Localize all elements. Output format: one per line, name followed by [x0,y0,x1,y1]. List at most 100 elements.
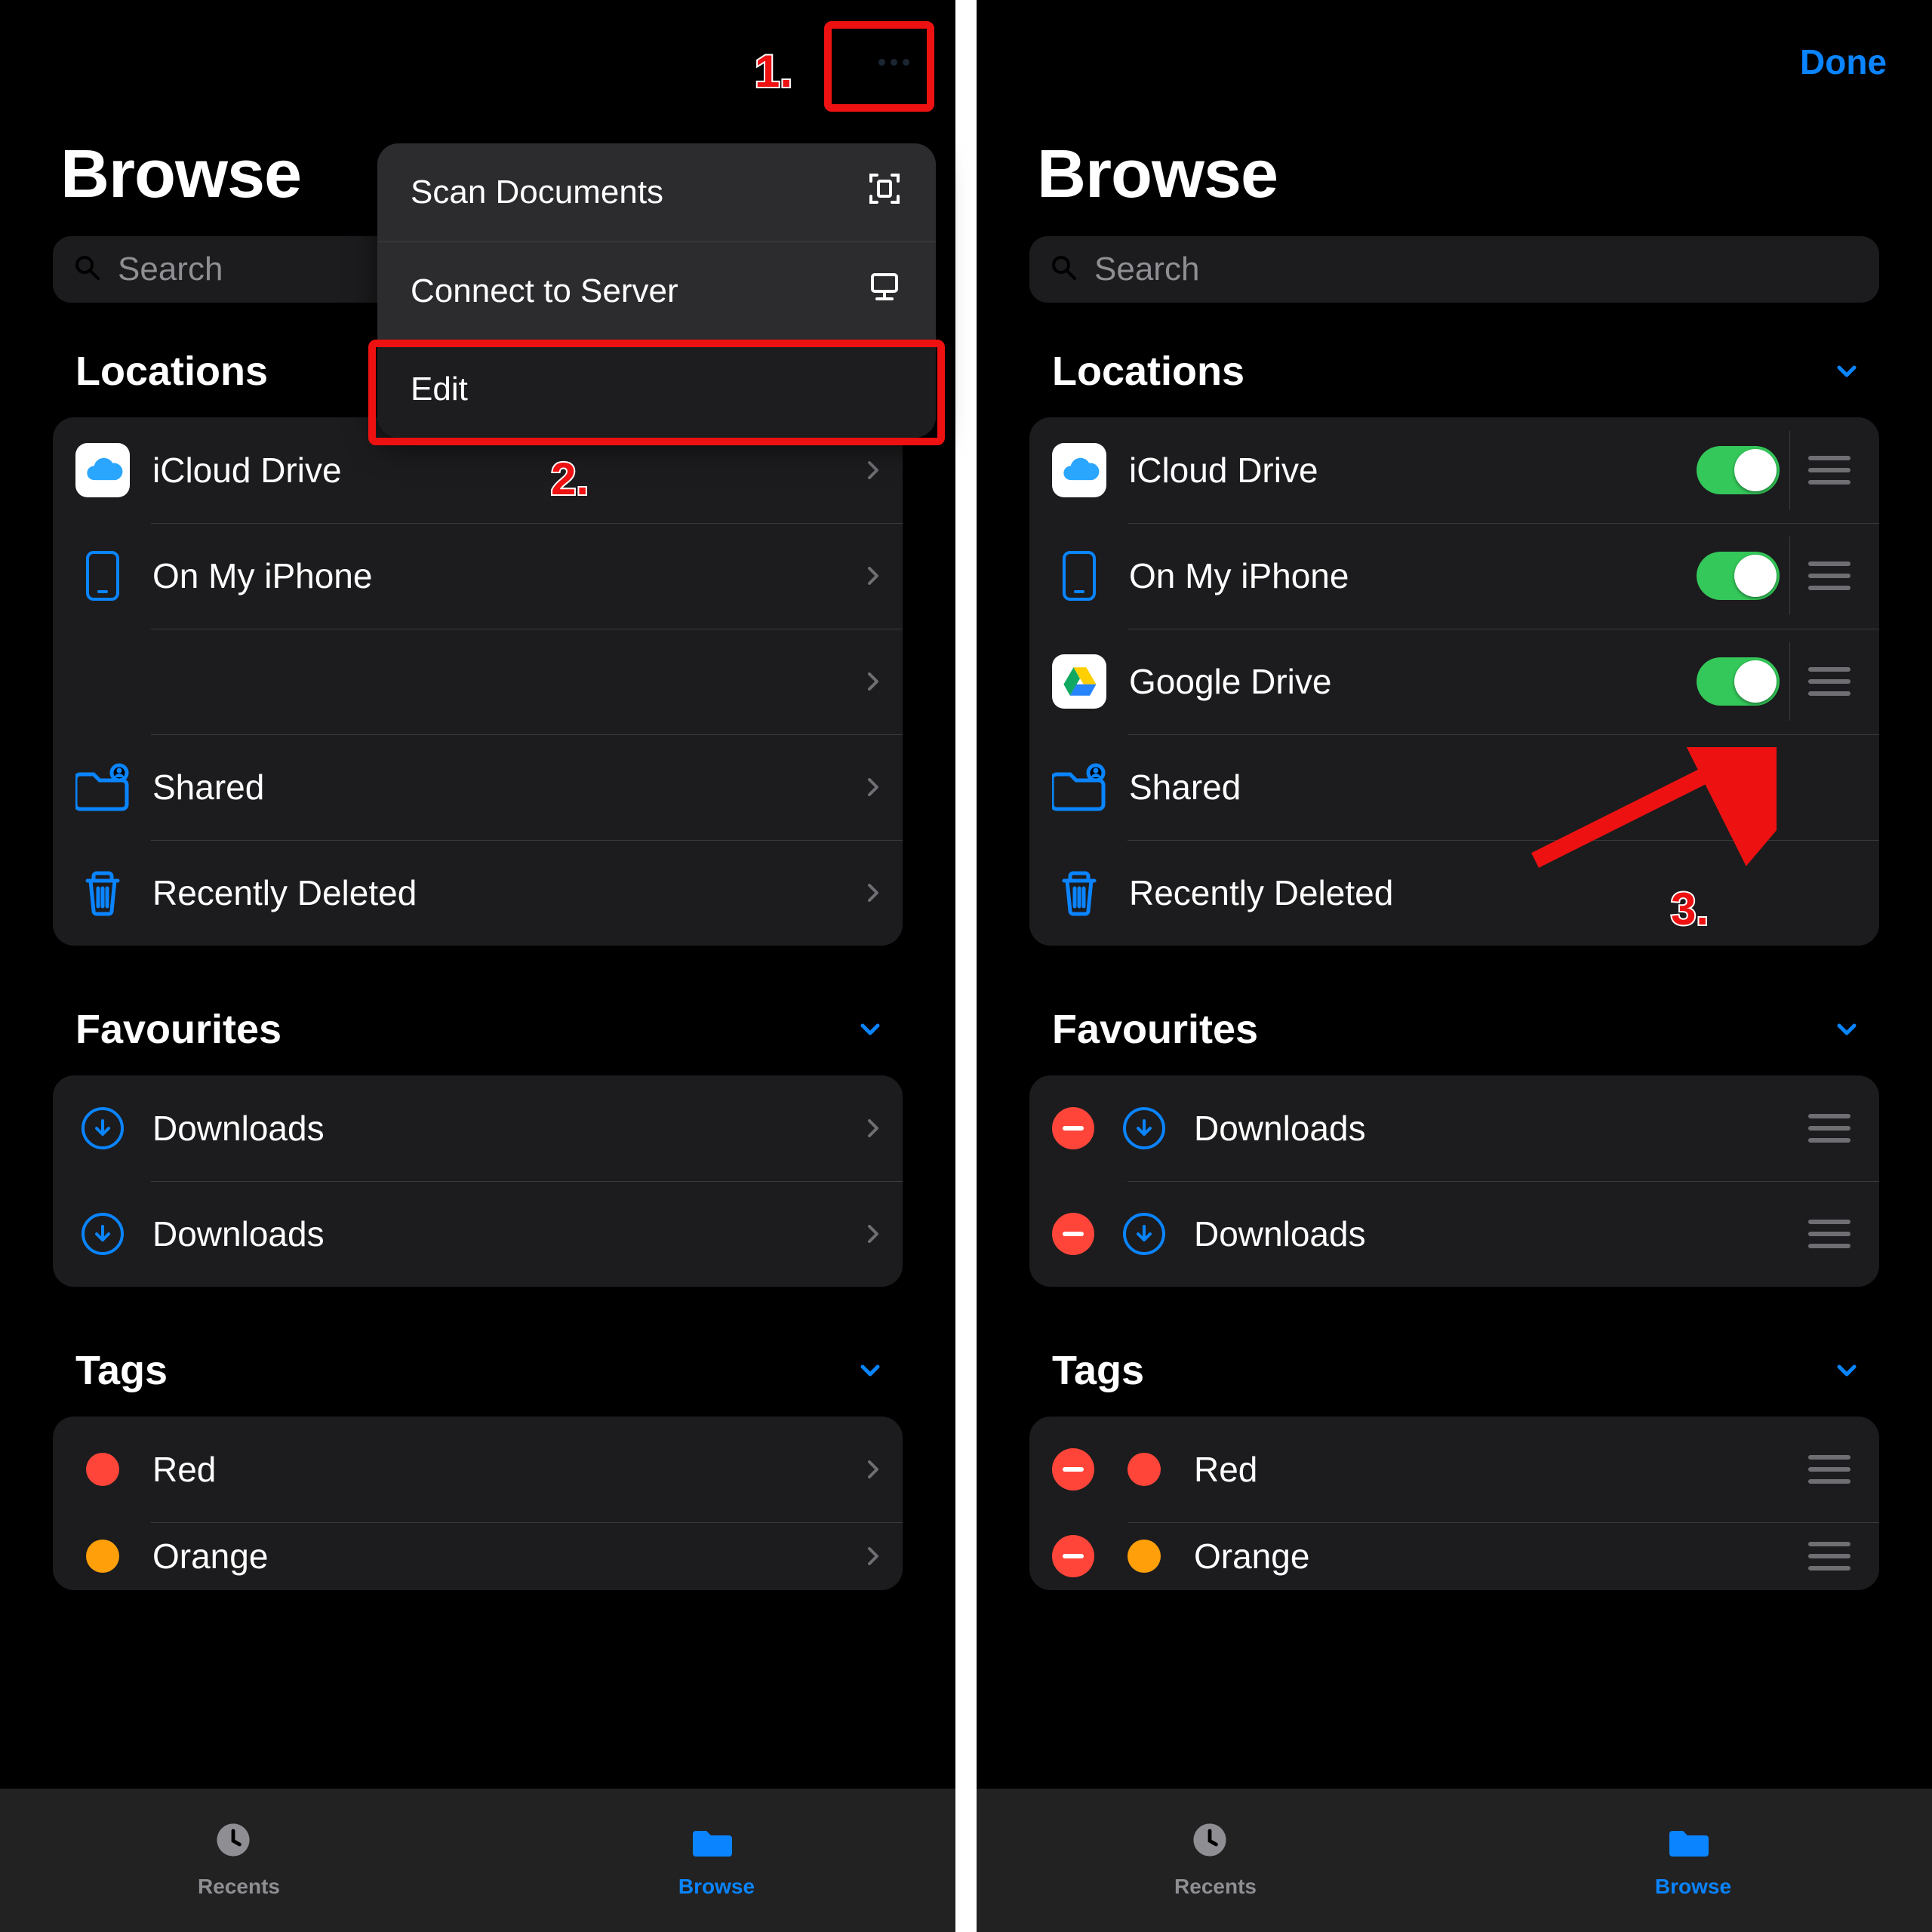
tab-browse[interactable]: Browse [1454,1789,1932,1932]
tags-list: Red Orange [1029,1417,1879,1590]
row-label: Downloads [152,1108,866,1149]
reorder-handle-icon[interactable] [1802,561,1857,590]
reorder-handle-icon[interactable] [1802,1220,1857,1248]
locations-list: iCloud Drive On My iPhone Shared Recentl… [53,417,903,946]
chevron-down-icon [860,1362,880,1379]
chevron-down-icon [860,1021,880,1038]
nav-bar [0,0,955,128]
chevron-down-icon [1837,1362,1857,1379]
menu-label: Scan Documents [411,174,663,211]
section-title: Favourites [75,1006,281,1053]
search-icon [1051,254,1081,285]
favourite-downloads[interactable]: Downloads [53,1181,903,1287]
section-title: Tags [75,1347,168,1394]
tags-header[interactable]: Tags [0,1347,955,1417]
favourites-list: Downloads Downloads [1029,1075,1879,1287]
favourite-downloads[interactable]: Downloads [1029,1075,1879,1181]
row-label: Shared [152,767,866,808]
tab-browse[interactable]: Browse [478,1789,955,1932]
row-label: Red [1194,1449,1780,1490]
search-icon [74,254,104,285]
downloads-icon [1117,1101,1171,1155]
reorder-handle-icon[interactable] [1802,1542,1857,1571]
tag-red[interactable]: Red [1029,1417,1879,1522]
tab-recents[interactable]: Recents [977,1789,1454,1932]
shared-folder-icon [75,760,130,814]
location-blank[interactable] [53,629,903,734]
section-title: Locations [75,348,268,395]
remove-button[interactable] [1052,1107,1094,1149]
tag-orange[interactable]: Orange [53,1522,903,1590]
menu-scan-documents[interactable]: Scan Documents [377,143,936,242]
row-label: Orange [152,1536,866,1577]
chevron-right-icon [866,461,880,479]
google-drive-icon [1052,654,1106,709]
reorder-handle-icon[interactable] [1802,667,1857,696]
chevron-right-icon [866,672,880,691]
location-recently-deleted[interactable]: Recently Deleted [53,840,903,946]
tab-recents[interactable]: Recents [0,1789,478,1932]
reorder-handle-icon[interactable] [1802,1114,1857,1143]
remove-button[interactable] [1052,1448,1094,1491]
icloud-icon [1052,443,1106,497]
favourites-header[interactable]: Favourites [0,1006,955,1075]
downloads-icon [1117,1207,1171,1261]
chevron-right-icon [866,1460,880,1478]
location-shared[interactable]: Shared [53,734,903,840]
row-label: Downloads [1194,1214,1780,1254]
location-recently-deleted[interactable]: Recently Deleted [1029,840,1879,946]
favourite-downloads[interactable]: Downloads [53,1075,903,1181]
search-field[interactable] [1029,236,1879,303]
tags-header[interactable]: Tags [977,1347,1932,1417]
reorder-handle-icon[interactable] [1802,1455,1857,1484]
screenshot-right: Done Browse Locations iCloud Drive On My… [977,0,1932,1932]
tab-bar: Recents Browse [977,1789,1932,1932]
row-label: On My iPhone [1129,555,1689,596]
done-button[interactable]: Done [1800,42,1887,82]
tag-dot-icon [75,1442,130,1497]
folder-icon [693,1822,741,1870]
section-title: Locations [1052,348,1244,395]
toggle-switch[interactable] [1697,446,1780,494]
tab-label: Browse [678,1875,755,1899]
locations-header[interactable]: Locations [977,348,1932,417]
tag-dot-icon [1117,1442,1171,1497]
toggle-switch[interactable] [1697,552,1780,600]
tab-bar: Recents Browse [0,1789,955,1932]
favourite-downloads[interactable]: Downloads [1029,1181,1879,1287]
tab-label: Recents [1174,1875,1257,1899]
tab-label: Browse [1655,1875,1731,1899]
location-google-drive[interactable]: Google Drive [1029,629,1879,734]
chevron-right-icon [866,1225,880,1243]
chevron-down-icon [1837,1021,1857,1038]
row-label: On My iPhone [152,555,866,596]
chevron-right-icon [866,1119,880,1137]
location-on-my-iphone[interactable]: On My iPhone [1029,523,1879,629]
menu-connect-to-server[interactable]: Connect to Server [377,242,936,340]
location-icloud[interactable]: iCloud Drive [1029,417,1879,523]
chevron-right-icon [866,778,880,796]
more-button[interactable] [862,30,925,94]
shared-folder-icon [1052,760,1106,814]
location-shared[interactable]: Shared [1029,734,1879,840]
search-input[interactable] [1094,251,1858,288]
tag-dot-icon [1117,1529,1171,1583]
reorder-handle-icon[interactable] [1802,456,1857,485]
chevron-down-icon [1837,363,1857,380]
tags-list: Red Orange [53,1417,903,1590]
icloud-icon [75,443,130,497]
screenshot-divider [955,0,977,1932]
tag-orange[interactable]: Orange [1029,1522,1879,1590]
favourites-header[interactable]: Favourites [977,1006,1932,1075]
remove-button[interactable] [1052,1213,1094,1255]
screenshot-left: Browse Locations iCloud Drive On My iPho… [0,0,955,1932]
menu-edit[interactable]: Edit [377,340,936,438]
tag-red[interactable]: Red [53,1417,903,1522]
toggle-switch[interactable] [1697,657,1780,706]
nav-bar: Done [977,0,1932,128]
remove-button[interactable] [1052,1535,1094,1577]
row-label: Orange [1194,1536,1780,1577]
downloads-icon [75,1207,130,1261]
chevron-right-icon [866,884,880,902]
location-on-my-iphone[interactable]: On My iPhone [53,523,903,629]
